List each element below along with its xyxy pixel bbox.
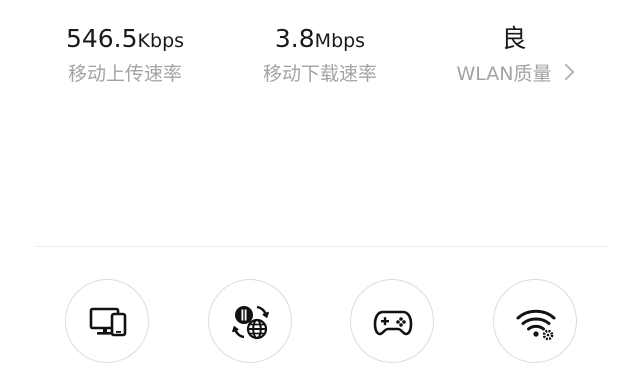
upload-rate-value: 546.5Kbps xyxy=(25,22,225,56)
wlan-quality-label: WLAN质量 xyxy=(414,60,614,88)
wlan-quality-value: 良 xyxy=(414,22,614,56)
game-mode-button[interactable] xyxy=(350,279,434,363)
section-divider xyxy=(36,246,608,247)
wlan-quality-grade: 良 xyxy=(501,24,527,53)
download-rate-value: 3.8Mbps xyxy=(220,22,420,56)
upload-rate-number: 546.5 xyxy=(65,24,138,53)
chevron-right-icon xyxy=(557,63,575,81)
devices-button[interactable] xyxy=(65,279,149,363)
download-rate-label: 移动下载速率 xyxy=(262,63,377,85)
wifi-settings-icon xyxy=(516,309,556,341)
devices-icon xyxy=(89,307,127,337)
download-rate-number: 3.8 xyxy=(274,24,315,53)
network-switch-icon xyxy=(231,305,270,340)
network-switch-button[interactable] xyxy=(208,279,292,363)
network-status-panel: 546.5Kbps 移动上传速率 3.8Mbps 移动下载速率 良 WLAN质量 xyxy=(0,0,640,379)
upload-rate-unit: Kbps xyxy=(137,30,185,52)
wifi-settings-button[interactable] xyxy=(493,279,577,363)
wlan-quality-label-text: WLAN质量 xyxy=(456,63,552,85)
gamepad-icon xyxy=(373,310,413,336)
upload-rate-label: 移动上传速率 xyxy=(67,63,182,85)
download-rate-unit: Mbps xyxy=(314,30,366,52)
